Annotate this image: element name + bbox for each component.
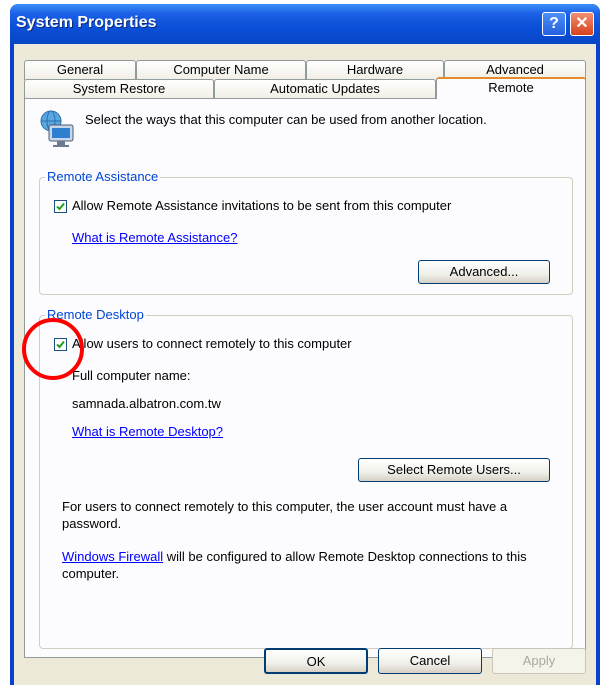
remote-desktop-checkbox-label[interactable]: Allow users to connect remotely to this … <box>72 336 352 351</box>
cancel-button[interactable]: Cancel <box>378 648 482 674</box>
what-is-remote-desktop-link[interactable]: What is Remote Desktop? <box>72 424 223 439</box>
computer-network-icon <box>37 109 77 149</box>
window-title: System Properties <box>16 14 157 31</box>
tab-system-restore[interactable]: System Restore <box>24 79 214 99</box>
apply-button: Apply <box>492 648 586 674</box>
full-computer-name-label: Full computer name: <box>72 368 191 383</box>
tab-automatic-updates[interactable]: Automatic Updates <box>214 79 436 99</box>
tab-general[interactable]: General <box>24 60 136 80</box>
remote-assistance-group: Remote Assistance Allow Remote Assistanc… <box>39 169 573 295</box>
dialog-client-area: General Computer Name Hardware Advanced … <box>14 44 596 685</box>
remote-assistance-legend: Remote Assistance <box>45 169 161 184</box>
advanced-button[interactable]: Advanced... <box>418 260 550 284</box>
tab-hardware[interactable]: Hardware <box>306 60 444 80</box>
select-remote-users-button[interactable]: Select Remote Users... <box>358 458 550 482</box>
title-bar[interactable]: System Properties ? ✕ <box>10 4 600 44</box>
remote-assistance-checkbox[interactable] <box>54 200 67 213</box>
system-properties-window: System Properties ? ✕ General Computer N… <box>10 4 600 685</box>
remote-tab-panel: Select the ways that this computer can b… <box>24 98 586 658</box>
ok-button[interactable]: OK <box>264 648 368 674</box>
windows-firewall-link[interactable]: Windows Firewall <box>62 549 163 564</box>
password-note: For users to connect remotely to this co… <box>62 499 508 531</box>
remote-assistance-checkbox-label[interactable]: Allow Remote Assistance invitations to b… <box>72 198 451 213</box>
tab-computer-name[interactable]: Computer Name <box>136 60 306 80</box>
what-is-remote-assistance-link[interactable]: What is Remote Assistance? <box>72 230 237 245</box>
intro-text: Select the ways that this computer can b… <box>85 112 487 127</box>
close-button[interactable]: ✕ <box>570 12 594 36</box>
help-button[interactable]: ? <box>542 12 566 36</box>
remote-desktop-group: Remote Desktop Allow users to connect re… <box>39 307 573 649</box>
highlight-circle <box>22 318 84 380</box>
computer-name-value: samnada.albatron.com.tw <box>72 396 221 411</box>
tab-remote[interactable]: Remote <box>436 77 586 99</box>
firewall-note: Windows Firewall will be configured to a… <box>62 548 552 582</box>
